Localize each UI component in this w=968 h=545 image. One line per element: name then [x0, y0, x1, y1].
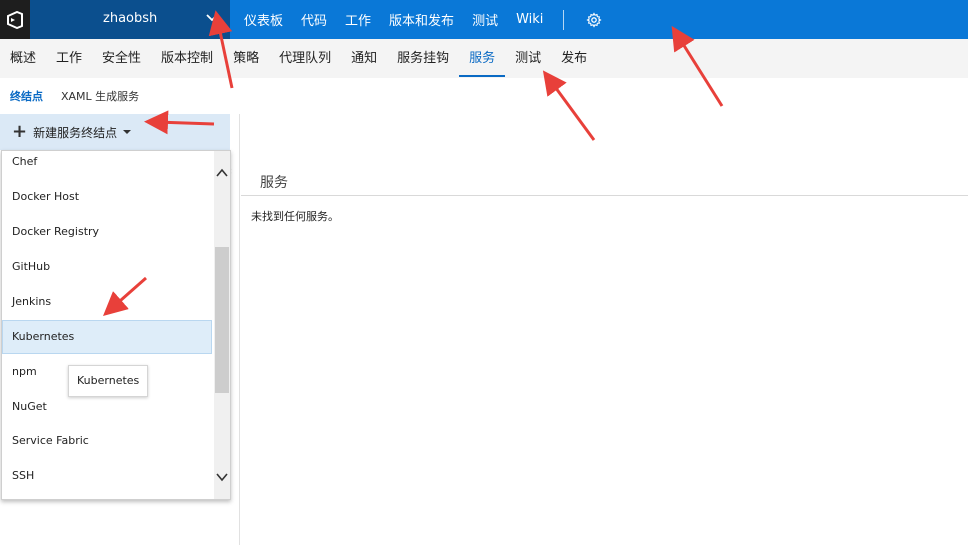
pivot-xaml-build-services[interactable]: XAML 生成服务 — [51, 88, 147, 104]
menu-item-chef[interactable]: Chef — [2, 151, 212, 179]
topnav-dashboard[interactable]: 仪表板 — [244, 10, 283, 29]
section-divider — [241, 195, 968, 196]
chevron-down-icon[interactable] — [205, 12, 219, 27]
menu-item-kubernetes[interactable]: Kubernetes — [2, 320, 212, 354]
menu-scrollbar[interactable] — [214, 151, 230, 499]
topnav-wiki[interactable]: Wiki — [516, 12, 543, 27]
new-service-endpoint-label: 新建服务终结点 — [33, 125, 118, 140]
endpoint-type-menu: Chef Docker Host Docker Registry GitHub … — [1, 150, 231, 500]
menu-item-jenkins[interactable]: Jenkins — [2, 285, 212, 319]
project-name: zhaobsh — [103, 11, 158, 26]
services-section-title: 服务 — [260, 175, 288, 191]
tab-policies[interactable]: 策略 — [223, 39, 269, 78]
tab-security[interactable]: 安全性 — [92, 39, 151, 78]
visual-studio-logo-icon[interactable] — [0, 0, 30, 39]
plus-icon: + — [12, 121, 28, 142]
menu-item-docker-registry[interactable]: Docker Registry — [2, 215, 212, 249]
scrollbar-thumb[interactable] — [215, 247, 229, 393]
menu-item-github[interactable]: GitHub — [2, 250, 212, 284]
top-nav: 仪表板 代码 工作 版本和发布 测试 Wiki — [230, 0, 602, 39]
topnav-work[interactable]: 工作 — [345, 10, 371, 29]
gear-icon[interactable] — [586, 11, 602, 28]
menu-item-docker-host[interactable]: Docker Host — [2, 180, 212, 214]
caret-down-icon — [123, 130, 132, 134]
nav-divider — [563, 9, 565, 30]
topnav-code[interactable]: 代码 — [301, 10, 327, 29]
tab-test[interactable]: 测试 — [505, 39, 551, 78]
pivot-bar: 终结点 XAML 生成服务 — [0, 78, 968, 114]
project-selector[interactable]: zhaobsh — [30, 0, 230, 39]
topnav-test[interactable]: 测试 — [472, 10, 498, 29]
empty-services-message: 未找到任何服务。 — [251, 210, 339, 223]
tab-work[interactable]: 工作 — [46, 39, 92, 78]
tab-overview[interactable]: 概述 — [0, 39, 46, 78]
topnav-build-release[interactable]: 版本和发布 — [389, 10, 454, 29]
tab-agent-queues[interactable]: 代理队列 — [269, 39, 341, 78]
tab-service-hooks[interactable]: 服务挂钩 — [387, 39, 459, 78]
scroll-up-icon[interactable] — [216, 167, 228, 181]
new-service-endpoint-button[interactable]: + 新建服务终结点 — [0, 114, 230, 150]
menu-item-ssh[interactable]: SSH — [2, 459, 212, 493]
scroll-down-icon[interactable] — [216, 471, 228, 485]
tab-release[interactable]: 发布 — [551, 39, 597, 78]
tab-services[interactable]: 服务 — [459, 39, 506, 78]
admin-hub-nav: 概述 工作 安全性 版本控制 策略 代理队列 通知 服务挂钩 服务 测试 发布 — [0, 39, 968, 78]
pivot-endpoints[interactable]: 终结点 — [0, 88, 51, 104]
tab-version-control[interactable]: 版本控制 — [151, 39, 223, 78]
menu-item-service-fabric[interactable]: Service Fabric — [2, 424, 212, 458]
top-bar: zhaobsh 仪表板 代码 工作 版本和发布 测试 Wiki — [0, 0, 968, 39]
tab-notifications[interactable]: 通知 — [341, 39, 387, 78]
kubernetes-tooltip: Kubernetes — [68, 365, 149, 397]
